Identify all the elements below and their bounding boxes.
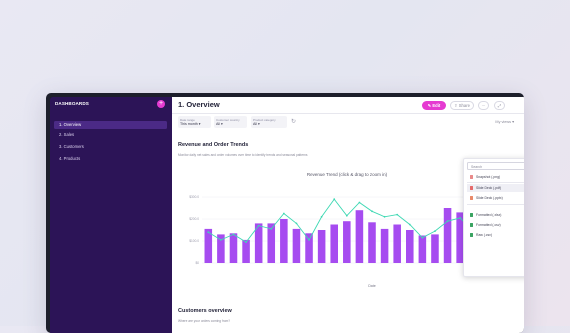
export-search[interactable]: Search▾ [467,162,524,170]
orders-point [421,236,424,239]
orders-point [358,201,361,204]
main-content: 1. Overview ✎ Edit ⇪ Share ··· ⤢ Date ra… [172,97,524,333]
app-window: DASHBOARDS + 1. Overview 2. Sales 3. Cus… [46,93,524,333]
export-item-pptx[interactable]: Slide Deck (.pptx) [467,194,524,202]
section-subtitle: Where are your orders coming from? [178,319,231,323]
menu-divider [467,182,524,183]
pptx-icon [470,196,474,200]
chart-bar [431,234,439,263]
orders-point [257,224,260,227]
sidebar-item-customers[interactable]: 3. Customers [54,143,167,151]
y-tick-label: $0 [195,261,199,265]
orders-point [308,239,310,241]
orders-point [459,217,462,219]
chart-bar [305,233,313,263]
x-axis-label: Date [368,284,376,288]
y-tick-label: $200.0 [189,217,199,221]
orders-point [207,231,210,234]
chart-bar [406,230,414,263]
pdf-icon [470,186,474,190]
csv-icon [470,233,474,237]
y-tick-label: $300.0 [189,195,199,199]
orders-point [295,222,298,225]
image-icon [470,175,474,179]
sidebar-item-sales[interactable]: 2. Sales [54,131,167,139]
chart-bar [355,210,364,263]
orders-point [345,214,348,217]
orders-point [434,230,436,233]
chart-bar [292,228,301,263]
chart-bar [229,233,238,263]
orders-point [320,215,323,218]
sidebar: DASHBOARDS + 1. Overview 2. Sales 3. Cus… [50,97,172,333]
chart-bar [330,224,338,263]
chart-bar [343,221,351,263]
chart-bar [393,224,401,263]
chart-bar [280,219,288,263]
menu-divider [467,204,524,205]
orders-point [333,198,336,201]
orders-point [245,241,247,244]
export-menu: Search▾ Snapshot (.png) Slide Deck (.pdf… [463,158,524,277]
chart-bar [443,208,452,263]
chart-bar [317,230,326,263]
xlsx-icon [470,213,474,217]
orders-point [396,213,399,216]
chart-bar [418,235,427,263]
y-tick-label: $100.0 [189,239,199,243]
sidebar-item-products[interactable]: 4. Products [54,155,167,163]
export-item-pdf[interactable]: Slide Deck (.pdf) [467,184,524,192]
orders-point [232,233,235,236]
add-dashboard-button[interactable]: + [157,100,165,108]
orders-point [383,215,386,218]
section-title: Customers overview [178,308,232,314]
orders-point [282,212,285,215]
chart-bar [380,228,389,263]
orders-point [446,220,449,223]
sidebar-item-overview[interactable]: 1. Overview [54,121,167,129]
export-item-csv-formatted[interactable]: Formatted (.csv) [467,221,524,229]
export-item-png[interactable]: Snapshot (.png) [467,173,524,181]
csv-icon [470,223,474,227]
orders-point [219,239,222,241]
chart-bar [242,239,250,263]
export-item-csv-raw[interactable]: Raw (.csv) [467,231,524,239]
export-item-xlsx[interactable]: Formatted (.xlsx) [467,211,524,219]
sidebar-title: DASHBOARDS [55,101,89,106]
orders-point [371,210,373,213]
orders-point [408,223,411,226]
orders-point [270,228,273,230]
chart-bar [368,222,376,263]
